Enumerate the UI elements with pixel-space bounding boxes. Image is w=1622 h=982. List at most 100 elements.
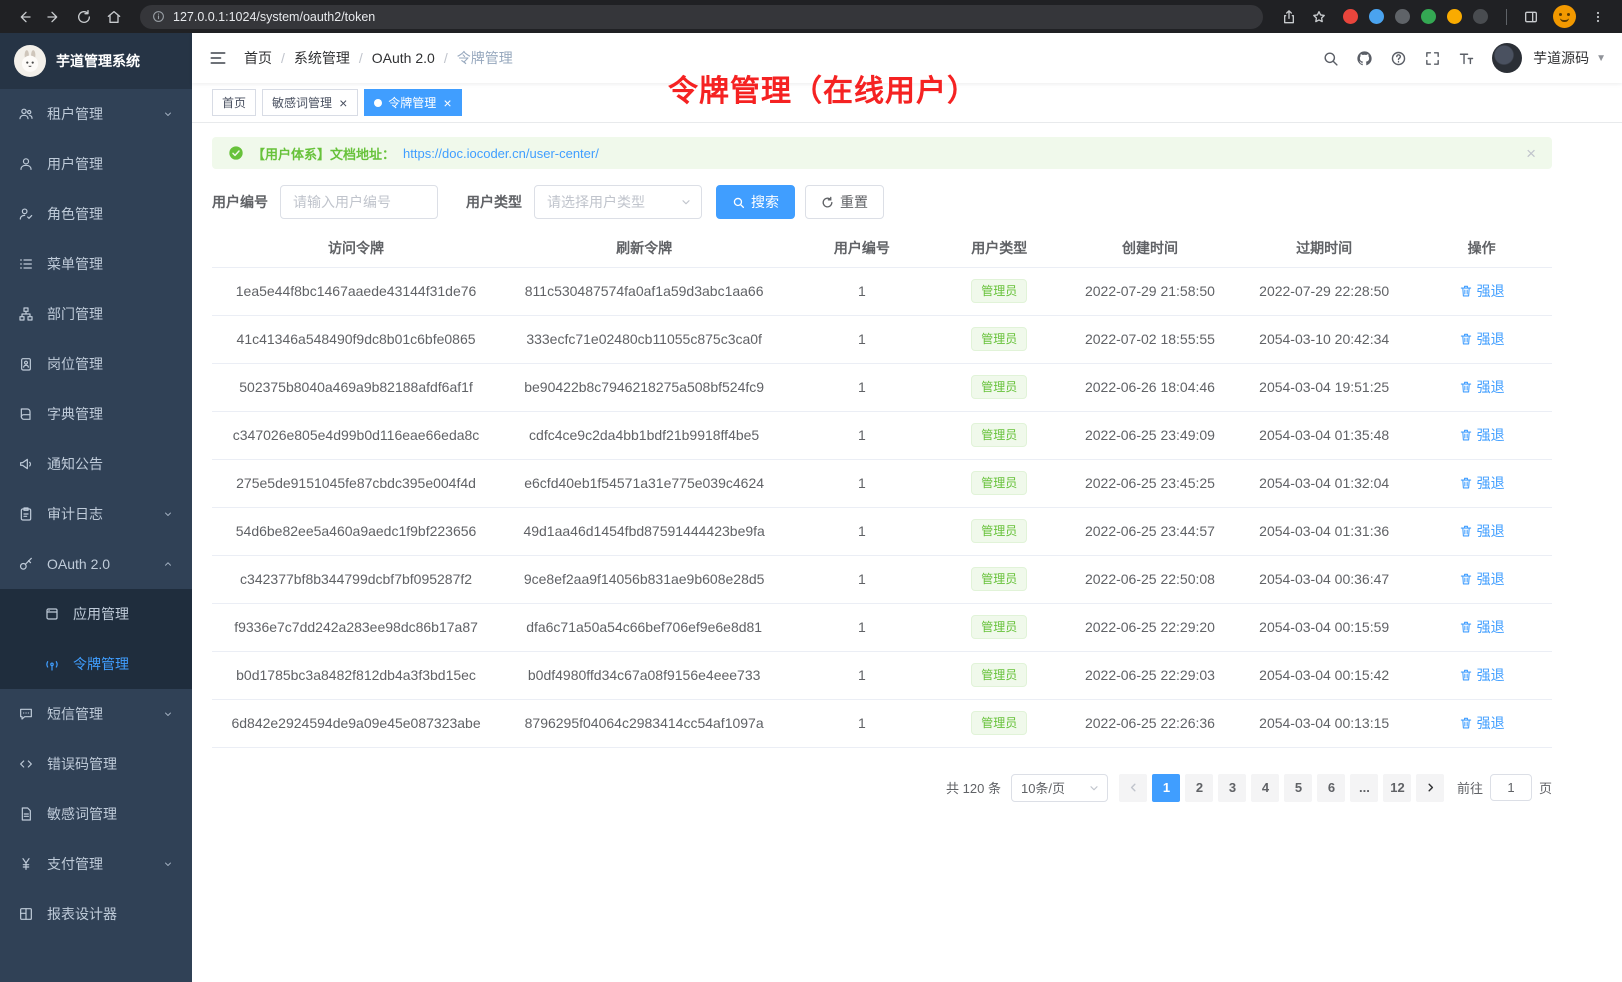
table-row: c342377bf8b344799dcbf7bf095287f29ce8ef2a… <box>212 555 1552 603</box>
split-view-icon[interactable] <box>1517 3 1545 31</box>
create-time-cell: 2022-06-25 23:49:09 <box>1063 411 1237 459</box>
refresh-token-cell: 8796295f04064c2983414cc54af1097a <box>500 699 788 747</box>
user-type-badge: 管理员 <box>971 279 1027 304</box>
refresh-token-cell: be90422b8c7946218275a508bf524fc9 <box>500 363 788 411</box>
force-logout-button[interactable]: 强退 <box>1459 569 1505 589</box>
goto-suffix: 页 <box>1539 778 1552 797</box>
hamburger-icon[interactable] <box>208 48 228 68</box>
sidebar-item-role[interactable]: 角色管理 <box>0 189 192 239</box>
sidebar-item-oauth2[interactable]: OAuth 2.0 <box>0 539 192 589</box>
user-id-cell: 1 <box>788 651 935 699</box>
bookmark-star-icon[interactable] <box>1305 3 1333 31</box>
breadcrumb-item[interactable]: 系统管理 <box>294 48 350 68</box>
share-icon[interactable] <box>1275 3 1303 31</box>
tab-sensitive-word[interactable]: 敏感词管理 × <box>262 89 358 116</box>
address-bar[interactable]: 127.0.0.1:1024/system/oauth2/token <box>140 5 1263 29</box>
sidebar-item-error-code[interactable]: 错误码管理 <box>0 739 192 789</box>
tab-home[interactable]: 首页 <box>212 89 256 116</box>
forward-icon[interactable] <box>40 3 68 31</box>
site-info-icon[interactable] <box>152 10 165 23</box>
people-icon <box>18 106 34 122</box>
breadcrumb-separator: / <box>281 50 285 66</box>
search-button[interactable]: 搜索 <box>716 185 795 219</box>
font-size-icon[interactable] <box>1458 50 1475 67</box>
force-logout-button[interactable]: 强退 <box>1459 521 1505 541</box>
user-type-select[interactable]: 请选择用户类型 <box>534 185 702 219</box>
tab-label: 敏感词管理 <box>272 94 332 111</box>
close-icon[interactable]: × <box>442 96 452 110</box>
sidebar-item-dict[interactable]: 字典管理 <box>0 389 192 439</box>
extension-icon-dark[interactable] <box>1395 9 1410 24</box>
goto-page-input[interactable] <box>1490 774 1532 801</box>
access-token-cell: 1ea5e44f8bc1467aaede43144f31de76 <box>212 267 500 315</box>
extension-icon-red[interactable] <box>1343 9 1358 24</box>
force-logout-button[interactable]: 强退 <box>1459 617 1505 637</box>
page-button-1[interactable]: 1 <box>1152 774 1180 802</box>
force-logout-button[interactable]: 强退 <box>1459 473 1505 493</box>
close-icon[interactable]: × <box>1526 145 1536 162</box>
page-button-5[interactable]: 5 <box>1284 774 1312 802</box>
force-logout-button[interactable]: 强退 <box>1459 377 1505 397</box>
filter-form: 用户编号 用户类型 请选择用户类型 搜索 <box>212 185 1552 219</box>
extension-icon-green[interactable] <box>1421 9 1436 24</box>
extension-icon-yellow[interactable] <box>1447 9 1462 24</box>
next-page-button[interactable] <box>1416 774 1444 802</box>
back-icon[interactable] <box>10 3 38 31</box>
force-logout-button[interactable]: 强退 <box>1459 665 1505 685</box>
force-logout-button[interactable]: 强退 <box>1459 425 1505 445</box>
access-token-cell: 502375b8040a469a9b82188afdf6af1f <box>212 363 500 411</box>
force-logout-label: 强退 <box>1477 569 1505 589</box>
expire-time-cell: 2054-03-04 01:35:48 <box>1237 411 1411 459</box>
breadcrumb-item[interactable]: OAuth 2.0 <box>372 50 435 66</box>
page-button-4[interactable]: 4 <box>1251 774 1279 802</box>
search-icon[interactable] <box>1322 50 1339 67</box>
page-ellipsis[interactable]: ... <box>1350 774 1378 802</box>
browser-profile-avatar[interactable] <box>1553 5 1576 28</box>
help-icon[interactable] <box>1390 50 1407 67</box>
breadcrumb-item[interactable]: 首页 <box>244 48 272 68</box>
action-cell: 强退 <box>1411 603 1552 651</box>
sidebar-item-dept[interactable]: 部门管理 <box>0 289 192 339</box>
user-type-placeholder: 请选择用户类型 <box>547 192 645 212</box>
user-avatar[interactable] <box>1492 43 1522 73</box>
close-icon[interactable]: × <box>338 96 348 110</box>
user-icon <box>18 156 34 172</box>
sidebar-subitem-token-manage[interactable]: 令牌管理 <box>0 639 192 689</box>
github-icon[interactable] <box>1356 50 1373 67</box>
sidebar-item-post[interactable]: 岗位管理 <box>0 339 192 389</box>
page-size-select[interactable]: 10条/页 <box>1011 774 1108 802</box>
sidebar-item-tenant[interactable]: 租户管理 <box>0 89 192 139</box>
reset-button[interactable]: 重置 <box>805 185 884 219</box>
page-button-12[interactable]: 12 <box>1383 774 1411 802</box>
extension-icon-gray[interactable] <box>1473 9 1488 24</box>
sidebar-item-notice[interactable]: 通知公告 <box>0 439 192 489</box>
browser-menu-icon[interactable] <box>1584 3 1612 31</box>
force-logout-button[interactable]: 强退 <box>1459 713 1505 733</box>
sidebar-item-sms[interactable]: 短信管理 <box>0 689 192 739</box>
prev-page-button[interactable] <box>1119 774 1147 802</box>
user-id-input[interactable] <box>280 185 438 219</box>
page-button-2[interactable]: 2 <box>1185 774 1213 802</box>
sidebar-item-user[interactable]: 用户管理 <box>0 139 192 189</box>
sidebar-subitem-app-manage[interactable]: 应用管理 <box>0 589 192 639</box>
sidebar-item-sensitive-word[interactable]: 敏感词管理 <box>0 789 192 839</box>
sidebar-item-pay[interactable]: 支付管理 <box>0 839 192 889</box>
force-logout-button[interactable]: 强退 <box>1459 281 1505 301</box>
fullscreen-icon[interactable] <box>1424 50 1441 67</box>
success-check-icon <box>228 145 244 161</box>
sidebar-item-report-designer[interactable]: 报表设计器 <box>0 889 192 939</box>
sidebar-item-audit-log[interactable]: 审计日志 <box>0 489 192 539</box>
user-id-cell: 1 <box>788 267 935 315</box>
sidebar-item-menu[interactable]: 菜单管理 <box>0 239 192 289</box>
home-icon[interactable] <box>100 3 128 31</box>
tab-token-manage[interactable]: 令牌管理× <box>364 89 462 116</box>
page-button-3[interactable]: 3 <box>1218 774 1246 802</box>
force-logout-button[interactable]: 强退 <box>1459 329 1505 349</box>
page-button-6[interactable]: 6 <box>1317 774 1345 802</box>
reload-icon[interactable] <box>70 3 98 31</box>
user-name[interactable]: 芋道源码 <box>1533 48 1589 68</box>
doc-link[interactable]: https://doc.iocoder.cn/user-center/ <box>403 146 599 161</box>
app-logo-row[interactable]: 芋道管理系统 <box>0 33 192 89</box>
sidebar-item-label: OAuth 2.0 <box>47 556 110 572</box>
extension-icon-blue[interactable] <box>1369 9 1384 24</box>
